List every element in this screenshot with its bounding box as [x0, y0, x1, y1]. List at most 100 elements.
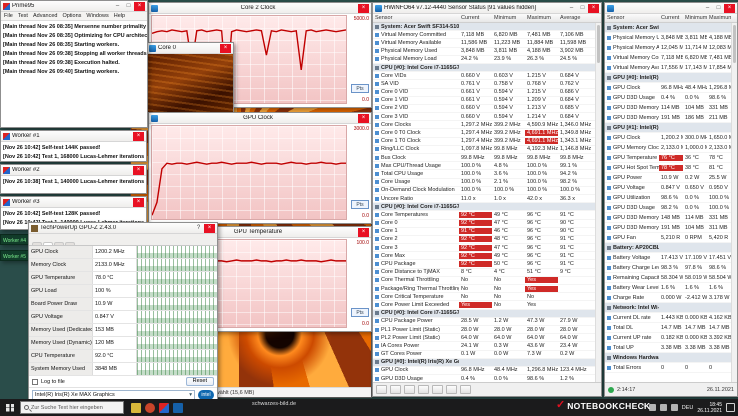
column-header[interactable]: Maximum	[707, 15, 731, 21]
table-row[interactable]: GPU Fan 5,210 R 0 RPM 5,420 R	[605, 233, 731, 243]
table-row[interactable]: Core Critical Temperature No No No	[373, 293, 595, 301]
mini-title-bar[interactable]: Worker #5	[1, 251, 29, 261]
language-indicator[interactable]: DEU	[682, 405, 694, 411]
close-icon[interactable]: ×	[133, 132, 144, 141]
menu-item[interactable]: Advanced	[33, 13, 57, 19]
table-row[interactable]: Total Errors 0 0 0	[605, 363, 731, 373]
chart-icon[interactable]	[404, 385, 415, 394]
close-icon[interactable]: ×	[133, 166, 144, 175]
close-icon[interactable]: ×	[358, 114, 369, 123]
table-row[interactable]: GPU Temperature 76 °C 36 °C 78 °C	[605, 153, 731, 163]
close-icon[interactable]: ×	[133, 198, 144, 207]
table-row[interactable]: GPU D3D Memory Dynamic 191 MB 186 MB 211…	[605, 113, 731, 123]
taskbar-search[interactable]: Zur Suche Text hier eingeben	[20, 401, 124, 414]
table-row[interactable]: Max CPU/Thread Usage 100.0 % 4.8 % 100.0…	[373, 162, 595, 170]
pts-button[interactable]: Pts	[351, 308, 369, 317]
table-row[interactable]: GPU D3D Usage 98.2 % 0.0 % 100.0 %	[605, 203, 731, 213]
scrollbar[interactable]	[595, 23, 601, 382]
table-row[interactable]: GPU D3D Memory Dedicated 114 MB 104 MB 3…	[605, 103, 731, 113]
maximize-icon[interactable]: □	[123, 2, 134, 11]
sensor-row[interactable]: CPU Temperature 92.0 °C	[29, 350, 217, 363]
menu-item[interactable]: Windows	[86, 13, 108, 19]
sensor-row[interactable]: System Memory Used 3848 MB	[29, 363, 217, 376]
table-row[interactable]: Battery Wear Level 1.6 % 1.6 % 1.6 %	[605, 283, 731, 293]
table-row[interactable]: Bus Clock 99.8 MHz 99.8 MHz 99.8 MHz 99.…	[373, 154, 595, 162]
maximize-icon[interactable]: □	[577, 4, 588, 13]
table-row[interactable]: Uncore Ratio 11.0 x 1.0 x 42.0 x 36.3 x	[373, 195, 595, 203]
sensor-row[interactable]: Board Power Draw 10.9 W	[29, 298, 217, 311]
table-row[interactable]: Core 1 T0 Clock 1,297.4 MHz 399.2 MHz 4,…	[373, 138, 595, 146]
table-row[interactable]: CPU [#0]: Intel Core i7-1165G7: DTS	[373, 203, 595, 211]
table-row[interactable]: Total UP 3.38 MB 3.38 MB 3.38 MB	[605, 343, 731, 353]
table-row[interactable]: Core 3 VID 0.660 V 0.594 V 1.214 V 0.684…	[373, 113, 595, 121]
table-row[interactable]: Virtual Memory Available 17,556 MB 17,14…	[605, 63, 731, 73]
worker-title-bar[interactable]: Worker #3 ×	[1, 197, 146, 208]
mini-worker-window[interactable]: Worker #4	[0, 234, 30, 245]
table-row[interactable]: GPU [#0]: Intel(R) Iris(R) Xe Graphics	[605, 73, 731, 83]
table-row[interactable]: PL2 Power Limit (Static) 64.0 W 64.0 W 6…	[373, 334, 595, 342]
table-row[interactable]: Core Temperatures 92 °C 49 °C 96 °C 91 °…	[373, 211, 595, 219]
table-row[interactable]: Current UP rate 0.182 KB/s 0.000 KB/s 3.…	[605, 333, 731, 343]
hwinfo-title-bar[interactable]: HWiNFO64 v7.12-4440 Sensor Status [91 va…	[373, 3, 601, 14]
table-row[interactable]: GPU D3D Memory Dynamic 191 MB 104 MB 311…	[605, 223, 731, 233]
hwinfo-title-bar[interactable]: – □ ×	[605, 3, 737, 14]
table-row[interactable]: Core 0 VID 0.661 V 0.594 V 1.215 V 0.686…	[373, 89, 595, 97]
table-row[interactable]: Core Max 92 °C 49 °C 96 °C 91 °C	[373, 252, 595, 260]
reset-button[interactable]: Reset	[186, 377, 214, 386]
table-row[interactable]: GPU [#0]: Intel(R) Iris(R) Xe Graphics	[373, 359, 595, 367]
notification-center-icon[interactable]	[726, 403, 735, 412]
table-row[interactable]: Core Power Limit Exceeded Yes No Yes	[373, 301, 595, 309]
table-row[interactable]: PL1 Power Limit (Static) 28.0 W 28.0 W 2…	[373, 326, 595, 334]
column-header[interactable]: Current	[459, 15, 492, 21]
clock-icon[interactable]	[390, 385, 401, 394]
close-icon[interactable]: ×	[358, 228, 369, 237]
graph-title-bar[interactable]: Core 2 Clock ×	[149, 3, 371, 14]
table-row[interactable]: Virtual Memory Committed 7,118 MB 6,820 …	[373, 31, 595, 39]
sensor-row[interactable]: GPU Load 100 %	[29, 285, 217, 298]
table-row[interactable]: GPU Clock 96.8 MHz 48.4 MHz 1,296.8 MHz …	[373, 367, 595, 375]
column-header[interactable]: Minimum	[492, 15, 525, 21]
table-row[interactable]: Total DL 14.7 MB 14.7 MB 14.7 MB	[605, 323, 731, 333]
menu-item[interactable]: Options	[62, 13, 81, 19]
table-row[interactable]: Battery Voltage 17.413 V 17.109 V 17.451…	[605, 253, 731, 263]
table-row[interactable]: CPU Package 92 °C 50 °C 96 °C 91 °C	[373, 260, 595, 268]
sensor-row[interactable]: GPU Temperature 78.0 °C	[29, 272, 217, 285]
table-row[interactable]: Battery: AP20CBL	[605, 243, 731, 253]
table-row[interactable]: GPU Memory Clock 2,133.0 MHz 1,000.0 MHz…	[605, 143, 731, 153]
column-header[interactable]: Maximum	[525, 15, 558, 21]
scrollbar-thumb[interactable]	[733, 25, 736, 63]
sensor-row[interactable]: Memory Used (Dynamic) 120 MB	[29, 337, 217, 350]
table-row[interactable]: Core Clocks 1,297.2 MHz 399.2 MHz 4,590.…	[373, 121, 595, 129]
close-icon[interactable]: ×	[588, 4, 599, 13]
table-row[interactable]: Core 2 VID 0.660 V 0.594 V 1.213 V 0.685…	[373, 105, 595, 113]
table-row[interactable]: Core Distance to TjMAX 8 °C 4 °C 51 °C 9…	[373, 269, 595, 277]
gpuz-title-bar[interactable]: TechPowerUp GPU-Z 2.43.0 ? ×	[29, 223, 217, 234]
minimize-icon[interactable]: –	[702, 4, 713, 13]
table-row[interactable]: Core 1 91 °C 46 °C 96 °C 90 °C	[373, 228, 595, 236]
tab[interactable]	[32, 242, 42, 245]
close-icon[interactable]: ×	[724, 4, 735, 13]
minimize-icon[interactable]: –	[112, 2, 123, 11]
volume-icon[interactable]	[660, 404, 667, 411]
table-row[interactable]: CPU Package Power 28.5 W 1.2 W 47.3 W 27…	[373, 318, 595, 326]
tab[interactable]	[65, 242, 75, 245]
hwinfo-taskbar-icon[interactable]	[173, 403, 183, 413]
column-header[interactable]: Current	[659, 15, 683, 21]
help-icon[interactable]: ?	[193, 224, 204, 233]
table-row[interactable]: GPU Clock 1,200.2 MHz 300.0 MHz 1,650.0 …	[605, 133, 731, 143]
table-row[interactable]: GPU D3D Usage 0.4 % 0.0 % 98.6 %	[605, 93, 731, 103]
table-row[interactable]: Virtual Memory Available 11,586 MB 11,22…	[373, 39, 595, 47]
table-row[interactable]: IA Cores Power 24.1 W 0.3 W 43.6 W 23.4 …	[373, 342, 595, 350]
table-row[interactable]: Core 2 92 °C 48 °C 96 °C 91 °C	[373, 236, 595, 244]
table-row[interactable]: GT Cores Power 0.1 W 0.0 W 7.3 W 0.2 W	[373, 351, 595, 359]
table-row[interactable]: GPU D3D Memory Dedicated 148 MB 114 MB 3…	[605, 213, 731, 223]
menu-item[interactable]: Test	[18, 13, 28, 19]
tab[interactable]	[43, 242, 53, 245]
prime95-taskbar-icon[interactable]	[159, 403, 169, 413]
table-row[interactable]: Core Usage 100.0 % 2.1 % 100.0 % 98.2 %	[373, 179, 595, 187]
table-row[interactable]: CPU [#0]: Intel Core i7-1165G7	[373, 64, 595, 72]
sensor-row[interactable]: Memory Used (Dedicated) 153 MB	[29, 324, 217, 337]
table-row[interactable]: Core 0 T0 Clock 1,297.4 MHz 399.2 MHz 4,…	[373, 129, 595, 137]
table-row[interactable]: Physical Memory Load 24.2 % 23.9 % 26.3 …	[373, 56, 595, 64]
minimize-icon[interactable]: –	[566, 4, 577, 13]
